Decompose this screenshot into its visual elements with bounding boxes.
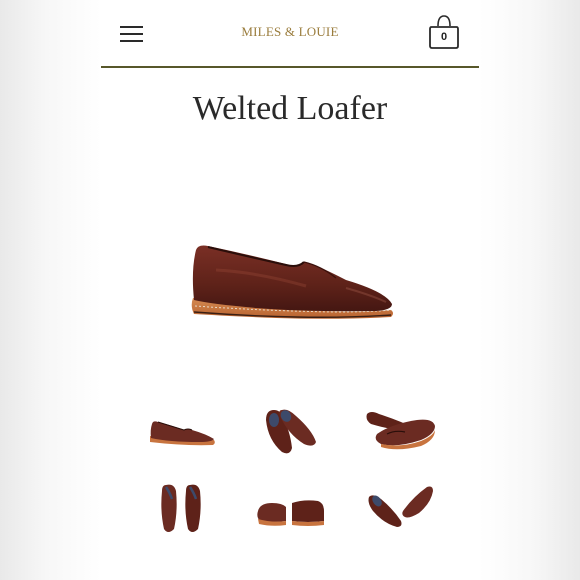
header-divider: [101, 66, 479, 68]
hamburger-menu-icon-bar: [120, 40, 143, 42]
thumbnail-back-pair-view[interactable]: [144, 477, 220, 537]
cart-button[interactable]: 0: [424, 12, 464, 52]
thumbnail-heel-view[interactable]: [252, 477, 328, 537]
product-page: MILES & LOUIE 0 Welted Loafer: [101, 0, 479, 580]
product-title: Welted Loafer: [192, 90, 388, 127]
thumbnail-side-view[interactable]: [144, 400, 220, 460]
menu-button[interactable]: [119, 24, 145, 44]
cart-count-badge: 0: [440, 31, 448, 43]
thumbnail-top-pair-view[interactable]: [252, 400, 328, 460]
brand-logo[interactable]: MILES & LOUIE: [231, 24, 349, 40]
thumbnail-pair-angle-view[interactable]: [361, 400, 437, 460]
thumbnail-split-pair-view[interactable]: [361, 477, 437, 537]
hamburger-menu-icon-bar: [120, 33, 143, 35]
site-header: MILES & LOUIE 0: [101, 0, 479, 66]
hamburger-menu-icon: [120, 26, 143, 28]
product-main-image: [191, 245, 393, 319]
